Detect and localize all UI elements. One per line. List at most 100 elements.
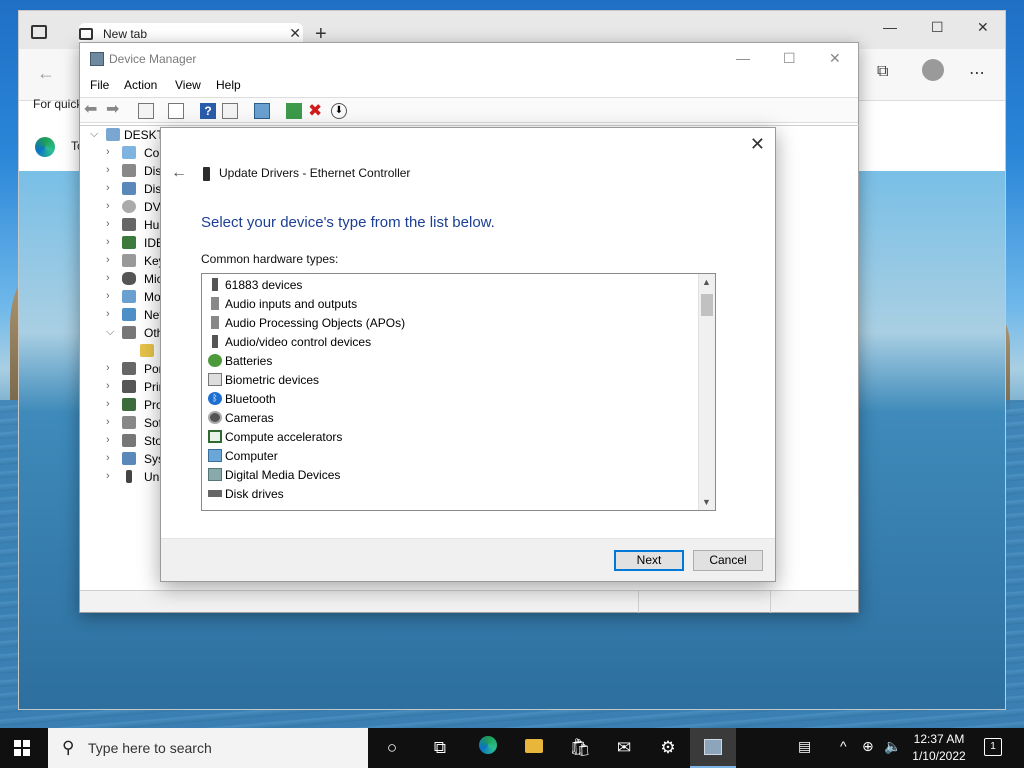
clock-date: 1/10/2022 xyxy=(912,749,966,763)
fingerprint-icon xyxy=(208,373,222,386)
browser-minimize-icon[interactable]: — xyxy=(883,19,897,35)
list-item[interactable]: Audio inputs and outputs xyxy=(208,294,688,313)
list-item-label: Disk drives xyxy=(225,487,284,501)
toolbar-show-hide-icon[interactable] xyxy=(138,103,154,119)
list-item[interactable]: Cameras xyxy=(208,408,688,427)
toolbar-uninstall-icon[interactable]: ✖ xyxy=(308,102,324,119)
chip-icon xyxy=(208,430,222,443)
device-category-icon xyxy=(122,290,136,303)
chevron-right-icon[interactable]: › xyxy=(106,434,110,446)
cortana-icon[interactable]: ○ xyxy=(380,736,404,760)
chevron-right-icon[interactable]: › xyxy=(106,236,110,248)
toolbar-help-icon[interactable]: ? xyxy=(200,103,216,119)
news-widget-icon[interactable]: ▤ xyxy=(798,738,811,755)
list-item[interactable]: Audio Processing Objects (APOs) xyxy=(208,313,688,332)
chevron-right-icon[interactable]: › xyxy=(106,290,110,302)
menu-action[interactable]: Action xyxy=(124,78,157,92)
edge-taskbar-icon[interactable] xyxy=(476,736,500,760)
toolbar-back-icon[interactable]: ⬅ xyxy=(84,102,100,119)
media-device-icon xyxy=(208,468,222,481)
warning-device-icon xyxy=(140,344,154,357)
menu-view[interactable]: View xyxy=(175,78,201,92)
expand-chevron-icon[interactable]: ⌵ xyxy=(90,128,98,141)
bluetooth-icon: ᛒ xyxy=(208,392,222,405)
hardware-types-list[interactable]: 61883 devices Audio inputs and outputs A… xyxy=(201,273,716,511)
scroll-down-arrow-icon[interactable]: ▼ xyxy=(702,497,711,507)
chevron-right-icon[interactable]: › xyxy=(106,362,110,374)
task-view-icon[interactable]: ⧉ xyxy=(428,736,452,760)
chevron-right-icon[interactable]: › xyxy=(106,416,110,428)
store-icon[interactable]: 🛍 xyxy=(568,736,592,760)
settings-gear-icon[interactable]: ⚙ xyxy=(656,736,680,760)
volume-muted-icon[interactable]: 🔈 xyxy=(884,738,901,755)
list-item-label: Compute accelerators xyxy=(225,430,343,444)
chevron-right-icon[interactable]: › xyxy=(106,200,110,212)
notification-center-icon[interactable]: 1 xyxy=(984,738,1002,756)
toolbar-view-icon[interactable] xyxy=(222,103,238,119)
list-item[interactable]: Audio/video control devices xyxy=(208,332,688,351)
list-item[interactable]: Batteries xyxy=(208,351,688,370)
dm-minimize-icon[interactable]: — xyxy=(736,50,750,66)
list-item[interactable]: ᛒ Bluetooth xyxy=(208,389,688,408)
menu-help[interactable]: Help xyxy=(216,78,241,92)
toolbar-scan-hardware-icon[interactable] xyxy=(254,103,270,119)
toolbar-update-driver-icon[interactable] xyxy=(286,103,302,119)
list-item[interactable]: Digital Media Devices xyxy=(208,465,688,484)
ethernet-device-icon xyxy=(203,167,210,181)
chevron-right-icon[interactable]: › xyxy=(106,164,110,176)
chevron-right-icon[interactable]: › xyxy=(106,272,110,284)
list-item[interactable]: 61883 devices xyxy=(208,275,688,294)
taskbar-clock[interactable]: 12:37 AM 1/10/2022 xyxy=(906,731,972,765)
windows-logo-icon xyxy=(14,749,21,756)
device-category-icon xyxy=(122,326,136,339)
file-explorer-icon[interactable] xyxy=(522,736,546,760)
chevron-down-icon[interactable]: ⌵ xyxy=(106,326,114,339)
chevron-right-icon[interactable]: › xyxy=(106,182,110,194)
collections-icon[interactable]: ⧉ xyxy=(877,63,888,81)
device-manager-taskbar-icon xyxy=(704,739,722,755)
scroll-thumb[interactable] xyxy=(701,294,713,316)
browser-back-icon[interactable]: ← xyxy=(37,63,55,84)
chevron-right-icon[interactable]: › xyxy=(106,254,110,266)
chevron-right-icon[interactable]: › xyxy=(106,146,110,158)
taskbar-search-box[interactable]: ⚲ Type here to search xyxy=(48,728,368,768)
chevron-right-icon[interactable]: › xyxy=(106,470,110,482)
tab-actions-icon[interactable] xyxy=(31,25,47,39)
dialog-close-icon[interactable]: ✕ xyxy=(750,134,765,155)
next-button[interactable]: Next xyxy=(614,550,684,571)
tab-close-icon[interactable]: ✕ xyxy=(289,25,301,42)
browser-maximize-icon[interactable]: ☐ xyxy=(931,19,944,36)
device-manager-taskbar-button[interactable] xyxy=(690,728,736,768)
toolbar-disable-icon[interactable]: ⬇ xyxy=(331,103,347,119)
dm-maximize-icon[interactable]: ☐ xyxy=(783,50,796,67)
list-scrollbar[interactable]: ▲ ▼ xyxy=(698,274,715,510)
dialog-back-arrow-icon[interactable]: ← xyxy=(171,164,187,182)
chevron-right-icon[interactable]: › xyxy=(106,218,110,230)
list-item[interactable]: Computer xyxy=(208,446,688,465)
toolbar-forward-icon[interactable]: ➡ xyxy=(106,102,122,119)
chevron-right-icon[interactable]: › xyxy=(106,398,110,410)
list-item[interactable]: Compute accelerators xyxy=(208,427,688,446)
chevron-right-icon[interactable]: › xyxy=(106,452,110,464)
cancel-button[interactable]: Cancel xyxy=(693,550,763,571)
device-category-icon xyxy=(122,362,136,375)
device-manager-titlebar: Device Manager — ☐ ✕ xyxy=(80,43,858,75)
device-category-icon xyxy=(122,200,136,213)
chevron-right-icon[interactable]: › xyxy=(106,308,110,320)
more-options-icon[interactable]: ⋯ xyxy=(969,63,985,83)
list-item[interactable]: Biometric devices xyxy=(208,370,688,389)
status-separator xyxy=(770,591,771,613)
start-button[interactable] xyxy=(14,740,30,756)
show-hidden-icons-icon[interactable]: ^ xyxy=(840,738,847,754)
profile-avatar[interactable] xyxy=(922,59,944,81)
menu-file[interactable]: File xyxy=(90,78,109,92)
mail-icon[interactable]: ✉ xyxy=(612,736,636,760)
device-category-icon xyxy=(126,470,132,483)
network-icon[interactable]: ⊕ xyxy=(862,738,874,755)
scroll-up-arrow-icon[interactable]: ▲ xyxy=(702,277,711,287)
chevron-right-icon[interactable]: › xyxy=(106,380,110,392)
toolbar-properties-icon[interactable] xyxy=(168,103,184,119)
list-item[interactable]: Disk drives xyxy=(208,484,688,503)
browser-close-icon[interactable]: ✕ xyxy=(977,19,989,36)
dm-close-icon[interactable]: ✕ xyxy=(829,50,841,67)
